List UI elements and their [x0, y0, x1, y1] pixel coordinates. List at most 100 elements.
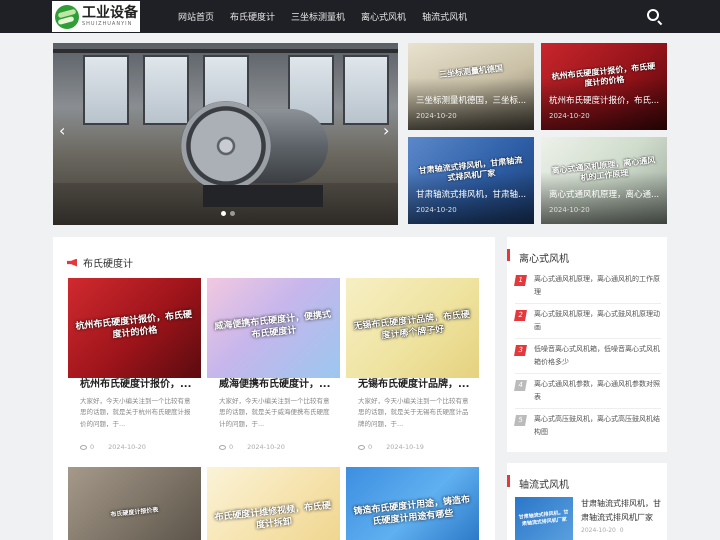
card-title[interactable]: 杭州布氏硬度计报价，布氏... — [549, 94, 661, 106]
featured-card[interactable]: 三坐标测量机德国 三坐标测量机德国，三坐标... 2024-10-20 — [408, 43, 534, 130]
rank-item[interactable]: 5 离心式高压鼓风机，离心式高压鼓风机结构图 — [514, 413, 661, 440]
factory-window — [343, 55, 389, 125]
view-count: 0 — [619, 527, 624, 534]
post-thumbnail[interactable]: 布氏硬度计维修视频，布氏硬度计拆卸 — [207, 467, 340, 540]
featured-card[interactable]: 甘肃轴流式排风机，甘肃轴流式排风机厂家 甘肃轴流式排风机，甘肃轴... 2024… — [408, 137, 534, 224]
ceiling-beam — [53, 49, 398, 53]
rank-number: 2 — [514, 310, 527, 321]
view-count: 0 — [368, 443, 373, 451]
rank-item[interactable]: 2 离心式鼓风机原理，离心式鼓风机原理动画 — [514, 308, 661, 335]
logo-subtitle: SHUIZHUANYIN — [82, 21, 133, 27]
industrial-fan-image — [181, 101, 271, 191]
post-card[interactable]: 布氏硬度计维修视频，布氏硬度计拆卸 — [207, 467, 340, 540]
post-date: 2024-10-20 — [581, 527, 616, 534]
eye-icon — [219, 444, 226, 450]
rank-text[interactable]: 离心式通风机参数，离心通风机参数对照表 — [534, 378, 661, 405]
post-date: 2024-10-20 — [247, 443, 285, 451]
card-date: 2024-10-20 — [416, 206, 457, 214]
post-card[interactable]: 铸造布氏硬度计用途，铸造布氏硬度计用途有哪些 — [346, 467, 479, 540]
thumbnail-text: 铸造布氏硬度计用途，铸造布氏硬度计用途有哪些 — [353, 494, 471, 527]
rank-text[interactable]: 离心式通风机原理，离心通风机的工作原理 — [534, 273, 661, 300]
rank-text[interactable]: 离心式高压鼓风机，离心式高压鼓风机结构图 — [534, 413, 661, 440]
thumbnail-text: 威海便携布氏硬度计，便携式布氏硬度计 — [214, 309, 332, 340]
sidebar-title: 离心式风机 — [507, 249, 569, 265]
factory-window — [83, 55, 129, 125]
rank-text[interactable]: 低噪音离心式风机箱，低噪音离心式风机箱价格多少 — [534, 343, 661, 370]
eye-icon — [80, 444, 87, 450]
thumbnail-text: 杭州布氏硬度计报价，布氏硬度计的价格 — [75, 309, 193, 340]
main-nav: 网站首页 布氏硬度计 三坐标测量机 离心式风机 轴流式风机 — [170, 0, 475, 33]
site-logo[interactable]: 工业设备 SHUIZHUANYIN — [52, 1, 140, 32]
divider — [515, 373, 661, 374]
eye-icon — [358, 444, 365, 450]
nav-brinell[interactable]: 布氏硬度计 — [230, 10, 275, 23]
card-date: 2024-10-20 — [549, 112, 590, 120]
post-excerpt: 大家好，今天小编关注到一个比较有意思的话题，就是关于无锡布氏硬度计品牌的问题，于… — [358, 397, 469, 428]
factory-window — [143, 55, 189, 125]
post-thumbnail[interactable]: 杭州布氏硬度计报价，布氏硬度计的价格 — [68, 278, 201, 378]
post-card[interactable]: 杭州布氏硬度计报价，布氏硬度计的价格 杭州布氏硬度计报价，... 大家好，今天小… — [68, 278, 201, 458]
nav-home[interactable]: 网站首页 — [178, 10, 214, 23]
view-count: 0 — [229, 443, 234, 451]
rank-item[interactable]: 4 离心式通风机参数，离心通风机参数对照表 — [514, 378, 661, 405]
card-title[interactable]: 离心式通风机原理，离心通... — [549, 188, 661, 200]
sidebar-thumbnail[interactable]: 甘肃轴流式排风机，甘肃轴流式排风机厂家 — [515, 497, 573, 540]
view-count: 0 — [90, 443, 95, 451]
thumbnail-text: 无锡布氏硬度计品牌，布氏硬度计哪个牌子好 — [353, 309, 471, 341]
featured-card[interactable]: 杭州布氏硬度计报价，布氏硬度计的价格 杭州布氏硬度计报价，布氏... 2024-… — [541, 43, 667, 130]
hero-slider[interactable]: ‹ › — [53, 43, 398, 225]
rank-item[interactable]: 1 离心式通风机原理，离心通风机的工作原理 — [514, 273, 661, 300]
thumbnail-text: 布氏硬度计维修视频，布氏硬度计拆卸 — [214, 500, 332, 531]
sidebar-post-title[interactable]: 甘肃轴流式排风机，甘肃轴流式排风机厂家 — [581, 497, 665, 524]
slider-dot[interactable] — [230, 211, 235, 216]
post-title[interactable]: 杭州布氏硬度计报价，... — [80, 375, 198, 390]
slider-dot[interactable] — [221, 211, 226, 216]
sidebar-post-meta: 2024-10-20 0 — [581, 527, 624, 534]
slider-prev-icon[interactable]: ‹ — [59, 121, 65, 140]
card-date: 2024-10-20 — [416, 112, 457, 120]
post-thumbnail[interactable]: 威海便携布氏硬度计，便携式布氏硬度计 — [207, 278, 340, 378]
post-thumbnail[interactable]: 无锡布氏硬度计品牌，布氏硬度计哪个牌子好 — [346, 278, 479, 378]
sidebar-centrifugal: 离心式风机 1 离心式通风机原理，离心通风机的工作原理 2 离心式鼓风机原理，离… — [507, 237, 667, 452]
card-date: 2024-10-20 — [549, 206, 590, 214]
rank-number: 4 — [514, 380, 527, 391]
nav-centrifugal-fan[interactable]: 离心式风机 — [361, 10, 406, 23]
fan-base — [203, 185, 323, 207]
slider-next-icon[interactable]: › — [383, 121, 389, 140]
rank-number: 1 — [514, 275, 527, 286]
logo-title: 工业设备 — [82, 5, 138, 21]
card-title[interactable]: 三坐标测量机德国，三坐标... — [416, 94, 528, 106]
slider-dots — [219, 211, 237, 216]
megaphone-icon — [67, 258, 77, 267]
post-excerpt: 大家好，今天小编关注到一个比较有意思的话题，就是关于杭州布氏硬度计报价的问题，于… — [80, 397, 191, 428]
post-date: 2024-10-19 — [386, 443, 424, 451]
post-thumbnail[interactable]: 布氏硬度计报价表 — [68, 467, 201, 540]
post-thumbnail[interactable]: 铸造布氏硬度计用途，铸造布氏硬度计用途有哪些 — [346, 467, 479, 540]
post-date: 2024-10-20 — [108, 443, 146, 451]
top-navbar: 工业设备 SHUIZHUANYIN 网站首页 布氏硬度计 三坐标测量机 离心式风… — [0, 0, 720, 33]
rank-item[interactable]: 3 低噪音离心式风机箱，低噪音离心式风机箱价格多少 — [514, 343, 661, 370]
sidebar-title: 轴流式风机 — [507, 475, 569, 491]
nav-cmm[interactable]: 三坐标测量机 — [291, 10, 345, 23]
rank-number: 5 — [514, 415, 527, 426]
post-card[interactable]: 布氏硬度计报价表 — [68, 467, 201, 540]
thumbnail-text: 布氏硬度计报价表 — [110, 506, 159, 519]
post-card[interactable]: 无锡布氏硬度计品牌，布氏硬度计哪个牌子好 无锡布氏硬度计品牌，... 大家好，今… — [346, 278, 479, 458]
divider — [515, 303, 661, 304]
brinell-section: 布氏硬度计 杭州布氏硬度计报价，布氏硬度计的价格 杭州布氏硬度计报价，... 大… — [53, 237, 495, 540]
divider — [515, 408, 661, 409]
featured-card[interactable]: 离心式通风机原理，离心通风机的工作原理 离心式通风机原理，离心通... 2024… — [541, 137, 667, 224]
card-title[interactable]: 甘肃轴流式排风机，甘肃轴... — [416, 188, 528, 200]
nav-axial-fan[interactable]: 轴流式风机 — [422, 10, 467, 23]
post-title[interactable]: 威海便携布氏硬度计，... — [219, 375, 337, 390]
rank-text[interactable]: 离心式鼓风机原理，离心式鼓风机原理动画 — [534, 308, 661, 335]
thumbnail-text: 甘肃轴流式排风机，甘肃轴流式排风机厂家 — [518, 509, 569, 528]
post-card[interactable]: 威海便携布氏硬度计，便携式布氏硬度计 威海便携布氏硬度计，... 大家好，今天小… — [207, 278, 340, 458]
search-icon[interactable] — [647, 9, 659, 21]
post-title[interactable]: 无锡布氏硬度计品牌，... — [358, 375, 476, 390]
logo-leaf-icon — [55, 4, 79, 29]
sidebar-axial: 轴流式风机 甘肃轴流式排风机，甘肃轴流式排风机厂家 甘肃轴流式排风机，甘肃轴流式… — [507, 463, 667, 540]
divider — [515, 338, 661, 339]
rank-number: 3 — [514, 345, 527, 356]
post-excerpt: 大家好，今天小编关注到一个比较有意思的话题，就是关于威海便携布氏硬度计的问题，于… — [219, 397, 330, 428]
